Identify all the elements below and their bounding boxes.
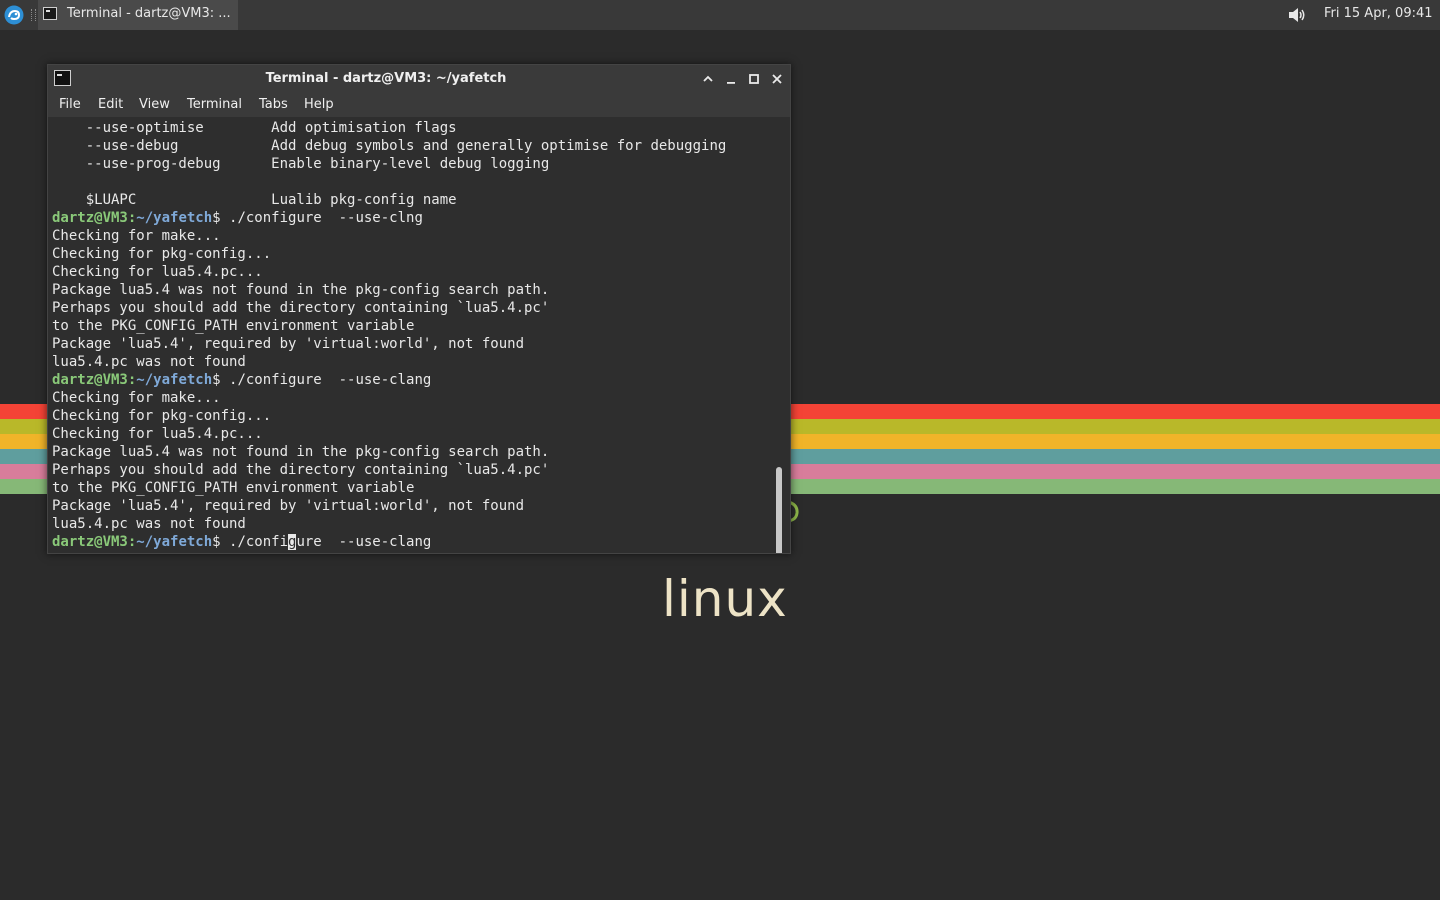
terminal-icon: [43, 7, 57, 20]
prompt-user: dartz@VM3: [52, 534, 128, 550]
menu-file[interactable]: File: [59, 97, 81, 112]
window-titlebar[interactable]: Terminal - dartz@VM3: ~/yafetch: [48, 65, 790, 93]
menu-edit[interactable]: Edit: [98, 97, 123, 112]
terminal-output-line: Checking for make...: [52, 228, 221, 244]
terminal-output-line: lua5.4.pc was not found: [52, 354, 246, 370]
close-button[interactable]: [768, 70, 786, 88]
menu-terminal[interactable]: Terminal: [187, 97, 242, 112]
terminal-output-line: --use-debug Add debug symbols and genera…: [52, 138, 727, 154]
terminal-output-line: Checking for lua5.4.pc...: [52, 264, 263, 280]
whisker-menu-icon[interactable]: [4, 5, 24, 25]
menu-view[interactable]: View: [139, 97, 170, 112]
prompt-command: $ ./configure --use-clng: [212, 210, 423, 226]
terminal-scrollbar[interactable]: [776, 467, 782, 553]
terminal-output-line: Perhaps you should add the directory con…: [52, 462, 550, 478]
terminal-output-line: $LUAPC Lualib pkg-config name: [52, 192, 457, 208]
prompt-path: ~/yafetch: [136, 534, 213, 550]
prompt-path: ~/yafetch: [136, 210, 213, 226]
terminal-lines: --use-optimise Add optimisation flags --…: [52, 119, 726, 551]
clock[interactable]: Fri 15 Apr, 09:41: [1324, 6, 1433, 21]
terminal-output-line: Checking for make...: [52, 390, 221, 406]
terminal-output-line: Package 'lua5.4', required by 'virtual:w…: [52, 498, 525, 514]
window-title: Terminal - dartz@VM3: ~/yafetch: [265, 71, 507, 86]
terminal-output-line: to the PKG_CONFIG_PATH environment varia…: [52, 480, 415, 496]
volume-icon[interactable]: [1287, 6, 1307, 24]
top-panel: Terminal - dartz@VM3: ... Fri 15 Apr, 09…: [0, 0, 1440, 30]
menu-help[interactable]: Help: [304, 97, 334, 112]
terminal-output-line: Perhaps you should add the directory con…: [52, 300, 550, 316]
roll-up-button[interactable]: [699, 70, 717, 88]
terminal-output-line: Package lua5.4 was not found in the pkg-…: [52, 444, 550, 460]
wallpaper-text: linux: [662, 570, 788, 628]
prompt-path: ~/yafetch: [136, 372, 213, 388]
prompt-user: dartz@VM3: [52, 372, 128, 388]
terminal-output[interactable]: --use-optimise Add optimisation flags --…: [48, 117, 790, 553]
prompt-command: $ ./configure --use-clang: [212, 372, 432, 388]
menu-tabs[interactable]: Tabs: [259, 97, 288, 112]
terminal-window: Terminal - dartz@VM3: ~/yafetch File Edi…: [47, 64, 791, 554]
terminal-output-line: Checking for pkg-config...: [52, 246, 272, 262]
terminal-output-line: Checking for pkg-config...: [52, 408, 272, 424]
prompt-user: dartz@VM3: [52, 210, 128, 226]
terminal-prompt-line: dartz@VM3:~/yafetch$ ./configure --use-c…: [52, 371, 726, 389]
panel-separator: [31, 9, 36, 21]
menu-bar: File Edit View Terminal Tabs Help: [48, 93, 790, 117]
terminal-input-line[interactable]: dartz@VM3:~/yafetch$ ./configure --use-c…: [52, 533, 726, 551]
terminal-prompt-line: dartz@VM3:~/yafetch$ ./configure --use-c…: [52, 209, 726, 227]
taskbar-item-terminal[interactable]: Terminal - dartz@VM3: ...: [38, 0, 238, 30]
terminal-output-line: --use-optimise Add optimisation flags: [52, 120, 457, 136]
minimize-button[interactable]: [722, 70, 740, 88]
input-after-cursor: ure --use-clang: [296, 534, 432, 550]
terminal-output-line: --use-prog-debug Enable binary-level deb…: [52, 156, 550, 172]
terminal-output-line: Package 'lua5.4', required by 'virtual:w…: [52, 336, 525, 352]
terminal-output-line: Package lua5.4 was not found in the pkg-…: [52, 282, 550, 298]
input-before-cursor: $ ./confi: [212, 534, 289, 550]
taskbar-item-label: Terminal - dartz@VM3: ...: [67, 6, 231, 21]
terminal-output-line: Checking for lua5.4.pc...: [52, 426, 263, 442]
terminal-output-line: to the PKG_CONFIG_PATH environment varia…: [52, 318, 415, 334]
maximize-button[interactable]: [745, 70, 763, 88]
terminal-output-line: lua5.4.pc was not found: [52, 516, 246, 532]
